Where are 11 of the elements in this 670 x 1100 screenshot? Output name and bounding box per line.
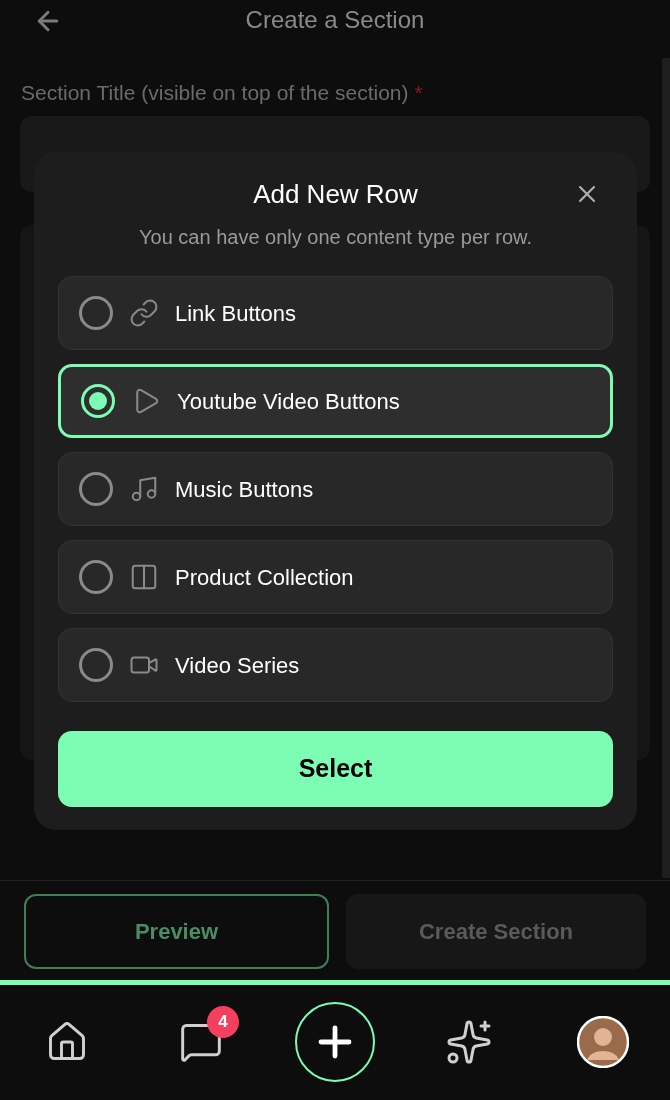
notification-badge: 4: [207, 1005, 239, 1038]
field-label: Section Title (visible on top of the section): [21, 80, 409, 106]
option-label: Video Series: [175, 651, 300, 680]
option-label: Product Collection: [175, 563, 354, 592]
required-mark: *: [414, 80, 423, 106]
option-label: Youtube Video Buttons: [177, 387, 400, 416]
dialog-title: Add New Row: [253, 177, 418, 211]
page-title: Create a Section: [245, 5, 425, 35]
option-label: Link Buttons: [175, 299, 297, 328]
option-label: Music Buttons: [175, 475, 314, 504]
dialog-subtitle: You can have only one content type per row.: [139, 225, 532, 250]
